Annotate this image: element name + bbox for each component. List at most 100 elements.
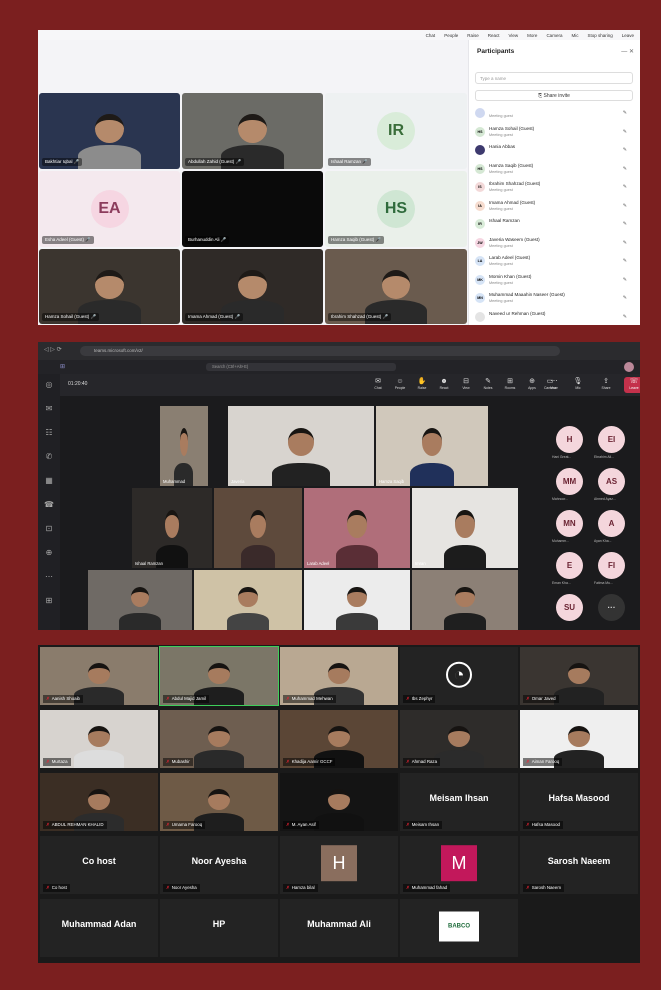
video-tile[interactable]: ✗ Aanish Shoaib — [40, 647, 158, 705]
video-tile[interactable]: ◔ ✗ Ibs Zephyr — [400, 647, 518, 705]
teams-search-input[interactable]: Search (Ctrl+Alt+E) — [206, 363, 396, 371]
video-tile[interactable]: Noor Ayesha ✗ Noor Ayesha — [160, 836, 278, 894]
video-tile[interactable]: Hamza Sohail (Guest) 🎤 — [39, 249, 180, 324]
video-tile[interactable]: ✗ Murtaza — [40, 710, 158, 768]
video-tile[interactable]: ✗ Aiman Farooq — [520, 710, 638, 768]
video-tile[interactable] — [88, 570, 192, 630]
video-tile[interactable]: Muhammad — [160, 406, 208, 486]
mic-muted-icon[interactable]: ✎ — [623, 110, 627, 116]
control-rooms[interactable]: ⊞ Rooms — [500, 377, 520, 393]
video-tile[interactable]: Co host ✗ Co host — [40, 836, 158, 894]
control-apps[interactable]: ⊕ Apps — [522, 377, 542, 393]
video-tile[interactable] — [412, 570, 518, 630]
participant-row[interactable]: IS Ibrahim Shahzad (Guest) Meeting guest ✎ — [475, 180, 633, 198]
control-notes[interactable]: ✎ Notes — [478, 377, 498, 393]
toolbar-stop-sharing[interactable]: Stop sharing — [587, 33, 612, 38]
control-raise[interactable]: ✋ Raise — [412, 377, 432, 393]
video-tile[interactable]: HS Hamza Saqib (Guest) 🎤 — [325, 171, 467, 247]
video-tile[interactable] — [194, 570, 302, 630]
mic-muted-icon[interactable]: ✎ — [623, 184, 627, 190]
video-tile[interactable]: Imran — [412, 488, 518, 568]
mic-muted-icon[interactable]: ✎ — [623, 258, 627, 264]
participant-row[interactable]: JW Javeria Waseem (Guest) Meeting guest ✎ — [475, 236, 633, 254]
control-share[interactable]: ⇪ Share — [596, 377, 616, 393]
video-tile[interactable]: ✗ Omar Javed — [520, 647, 638, 705]
roster-avatar[interactable]: MN — [556, 510, 583, 537]
mic-muted-icon[interactable]: ✎ — [623, 314, 627, 320]
video-tile[interactable] — [214, 488, 302, 568]
control-view[interactable]: ⊟ View — [456, 377, 476, 393]
toolbar-people[interactable]: People — [444, 33, 458, 38]
toolbar-more[interactable]: More — [527, 33, 537, 38]
rail-app-icon[interactable]: ⊕ — [43, 548, 55, 560]
rail-app-icon[interactable]: ☎ — [43, 500, 55, 512]
video-tile[interactable]: ✗ Ahmad Raza — [400, 710, 518, 768]
video-tile[interactable]: IR Ishaal Ramzan 🎤 — [325, 93, 467, 169]
roster-avatar[interactable]: ··· — [598, 594, 625, 621]
toolbar-camera[interactable]: Camera — [546, 33, 562, 38]
rail-app-icon[interactable]: ◎ — [43, 380, 55, 392]
roster-avatar[interactable]: SU — [556, 594, 583, 621]
video-tile[interactable]: Meisam Ihsan ✗ Meisam Ihsan — [400, 773, 518, 831]
participant-row[interactable]: HS Hamza Sohail (Guest) Meeting guest ✎ — [475, 125, 633, 143]
share-invite-button[interactable]: ⎘ Share invite — [475, 90, 633, 101]
video-tile[interactable]: ✗ Umama Farooq — [160, 773, 278, 831]
video-tile[interactable]: Muhammad Adan — [40, 899, 158, 957]
video-tile[interactable]: Hamza Saqib — [376, 406, 488, 486]
rail-app-icon[interactable]: ⋯ — [43, 572, 55, 584]
close-icon[interactable]: — ✕ — [621, 48, 634, 55]
video-tile[interactable]: EA Esha Adeel (Guest) 🎤 — [39, 171, 180, 247]
video-tile[interactable]: Ibrahim Shahzad (Guest) 🎤 — [325, 249, 467, 324]
video-tile[interactable]: ✗ Abdul Majid Jamil — [159, 646, 279, 706]
rail-app-icon[interactable]: ✉ — [43, 404, 55, 416]
participant-row[interactable]: Hania Abbas ✎ — [475, 143, 633, 161]
video-tile[interactable]: Larab Adeel — [304, 488, 410, 568]
video-tile[interactable]: Burhanuddin Ali 🎤 — [182, 171, 323, 247]
rail-app-icon[interactable]: ⊡ — [43, 524, 55, 536]
video-tile[interactable]: ✗ Muhammad Mehwan — [280, 647, 398, 705]
control-chat[interactable]: ✉ Chat — [368, 377, 388, 393]
mic-muted-icon[interactable]: ✎ — [623, 203, 627, 209]
video-tile[interactable]: HP — [160, 899, 278, 957]
video-tile[interactable]: Sarosh Naeem ✗ Sarosh Naeem — [520, 836, 638, 894]
participant-row[interactable]: HS Hamza Saqib (Guest) Meeting guest ✎ — [475, 162, 633, 180]
video-tile[interactable]: Imama Ahmad (Guest) 🎤 — [182, 249, 323, 324]
control-camera[interactable]: ▭ Camera — [540, 377, 560, 393]
video-tile[interactable]: M ✗ Muhammad fahad — [400, 836, 518, 894]
roster-avatar[interactable]: EI — [598, 426, 625, 453]
participant-row[interactable]: LA Larab Adeel (Guest) Meeting guest ✎ — [475, 254, 633, 272]
rail-app-icon[interactable]: ✆ — [43, 452, 55, 464]
control-react[interactable]: ☻ React — [434, 377, 454, 393]
participant-row[interactable]: IR Ishaal Ramzan ✎ — [475, 217, 633, 235]
video-tile[interactable]: BABCO — [400, 899, 518, 957]
mic-muted-icon[interactable]: ✎ — [623, 166, 627, 172]
toolbar-react[interactable]: React — [488, 33, 500, 38]
roster-avatar[interactable]: FI — [598, 552, 625, 579]
address-bar[interactable]: teams.microsoft.com/v2/ — [80, 346, 560, 356]
video-tile[interactable]: Muhammad Ali — [280, 899, 398, 957]
video-tile[interactable]: Bakhtiar Iqbal 🎤 — [39, 93, 180, 169]
avatar[interactable] — [624, 362, 634, 372]
browser-nav-icons[interactable]: ◁ ▷ ⟳ — [44, 346, 62, 353]
video-tile[interactable]: ✗ Mubashir — [160, 710, 278, 768]
video-tile[interactable]: Ishaal Ramzan — [132, 488, 212, 568]
video-tile[interactable]: Hafsa Masood ✗ Hafsa Masood — [520, 773, 638, 831]
mic-muted-icon[interactable]: ✎ — [623, 221, 627, 227]
rail-app-icon[interactable]: ☷ — [43, 428, 55, 440]
toolbar-raise[interactable]: Raise — [467, 33, 479, 38]
rail-app-icon[interactable]: ▦ — [43, 476, 55, 488]
mic-muted-icon[interactable]: ✎ — [623, 277, 627, 283]
participant-row[interactable]: Naveed ur Rehman (Guest) ✎ — [475, 310, 633, 326]
toolbar-mic[interactable]: Mic — [571, 33, 578, 38]
control-people[interactable]: ☺ People — [390, 377, 410, 393]
video-tile[interactable] — [304, 570, 410, 630]
video-tile[interactable]: ✗ M. Ayan Asif — [280, 773, 398, 831]
mic-muted-icon[interactable]: ✎ — [623, 295, 627, 301]
participant-row[interactable]: MK Momin Khan (Guest) Meeting guest ✎ — [475, 273, 633, 291]
participant-row[interactable]: Meeting guest ✎ — [475, 106, 633, 124]
mic-muted-icon[interactable]: ✎ — [623, 147, 627, 153]
roster-avatar[interactable]: E — [556, 552, 583, 579]
roster-avatar[interactable]: AS — [598, 468, 625, 495]
rail-app-icon[interactable]: ⊞ — [43, 596, 55, 608]
toolbar-view[interactable]: View — [508, 33, 518, 38]
